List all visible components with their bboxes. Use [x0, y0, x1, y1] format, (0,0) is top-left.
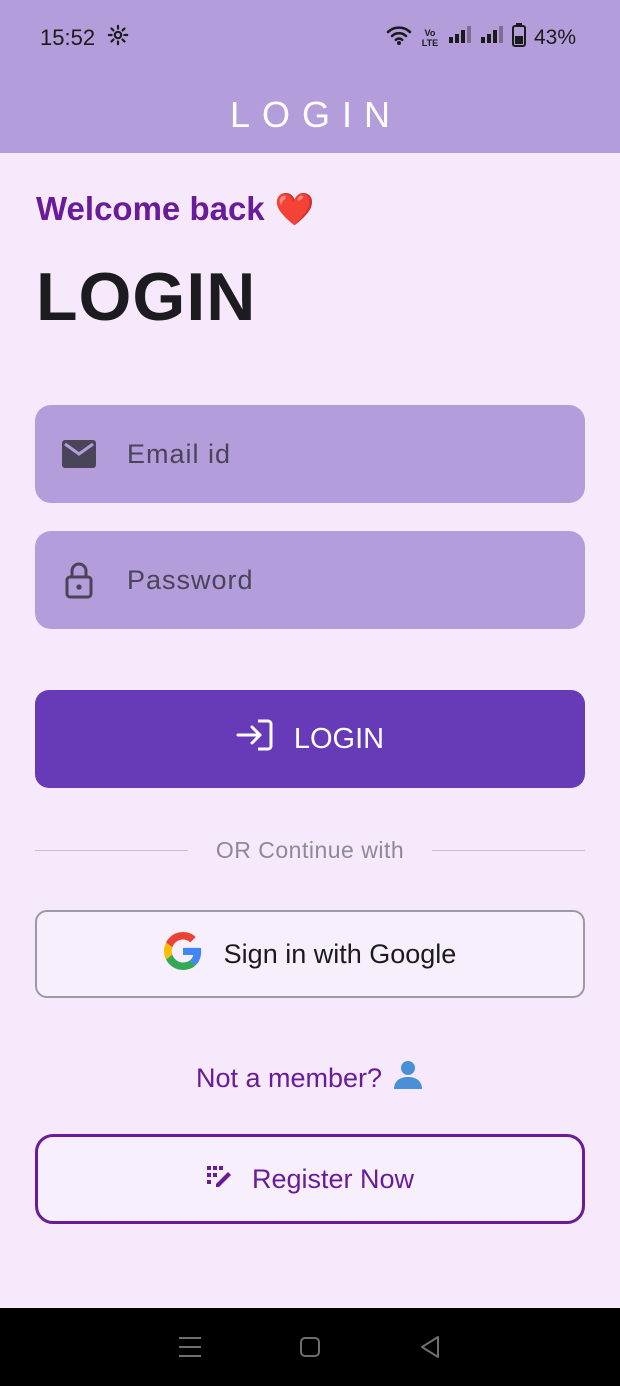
menu-icon[interactable] [170, 1327, 210, 1367]
signal-icon [480, 26, 504, 50]
gear-icon [107, 24, 129, 52]
mail-icon [59, 434, 99, 474]
app-bar-title: LOGIN [229, 93, 403, 135]
register-button[interactable]: Register Now [35, 1134, 585, 1224]
volte-label: Vo LTE [421, 28, 439, 48]
heart-emoji: ❤️ [274, 191, 315, 227]
back-triangle-icon[interactable] [410, 1327, 450, 1367]
signal-icon [448, 26, 472, 50]
register-prompt-text: Not a member? [195, 1063, 383, 1093]
page-title: LOGIN [36, 259, 257, 335]
app-bar: LOGIN [0, 76, 620, 153]
status-bar: 15:52 Vo LTE 43% [0, 0, 620, 76]
home-square-icon[interactable] [290, 1327, 330, 1367]
status-right: Vo LTE 43% [386, 23, 576, 53]
login-arrow-icon [236, 718, 274, 760]
google-icon [163, 931, 202, 977]
login-button-label: LOGIN [293, 722, 385, 755]
google-signin-button[interactable]: Sign in with Google [35, 910, 585, 998]
lock-icon [59, 560, 99, 600]
password-field[interactable] [35, 531, 585, 629]
divider-line-left [35, 849, 188, 851]
person-icon [392, 1060, 424, 1097]
battery-percent: 43% [533, 26, 576, 49]
edit-note-icon [206, 1164, 232, 1195]
status-time: 15:52 [40, 25, 96, 50]
email-field[interactable] [35, 405, 585, 503]
welcome-message: Welcome back ❤️ [36, 190, 315, 228]
register-prompt: Not a member? [0, 1060, 620, 1097]
register-button-label: Register Now [251, 1163, 415, 1194]
system-nav-bar [0, 1308, 620, 1386]
google-button-label: Sign in with Google [223, 938, 457, 969]
welcome-text: Welcome back [36, 190, 265, 227]
password-input[interactable] [127, 564, 547, 596]
status-left: 15:52 [40, 24, 129, 52]
divider-text: OR Continue with [215, 836, 405, 863]
divider-line-right [432, 849, 585, 851]
email-input[interactable] [127, 438, 547, 470]
wifi-icon [386, 24, 412, 52]
login-button[interactable]: LOGIN [35, 690, 585, 788]
divider: OR Continue with [35, 836, 585, 864]
battery-icon [511, 23, 526, 53]
